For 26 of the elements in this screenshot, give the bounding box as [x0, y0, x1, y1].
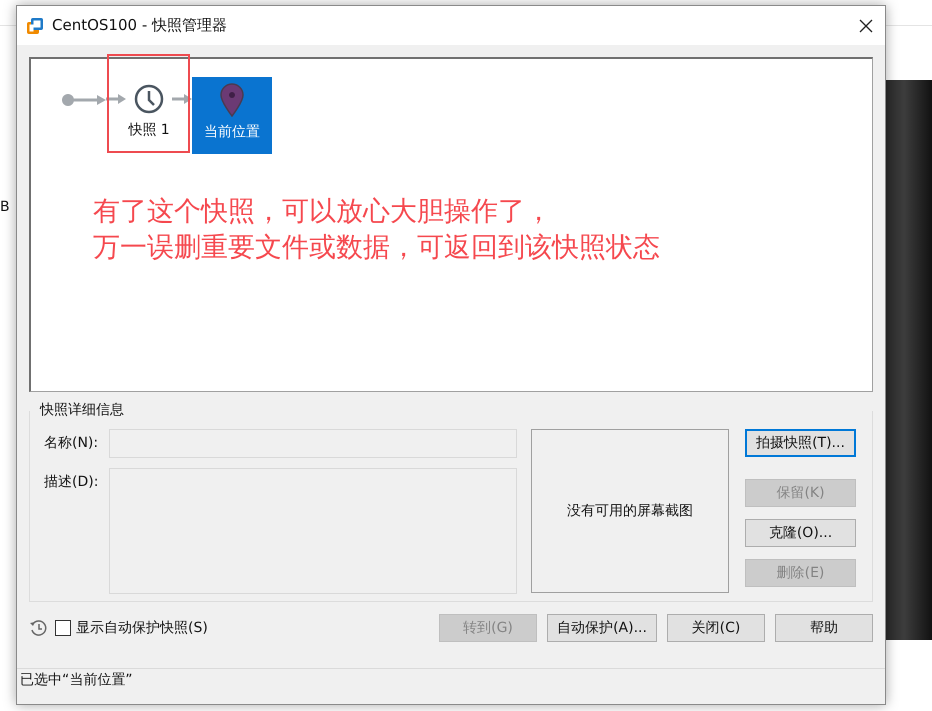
clock-icon — [133, 83, 165, 115]
snapshot-node[interactable]: 快照 1 — [126, 77, 172, 154]
checkbox[interactable] — [55, 620, 71, 636]
dialog-button[interactable]: 帮助 — [775, 614, 873, 642]
root-connector — [62, 93, 106, 107]
status-text: 已选中“当前位置” — [20, 671, 133, 689]
arrow-connector — [172, 93, 192, 105]
app-icon — [26, 16, 44, 34]
history-icon — [29, 619, 47, 637]
dialog-button[interactable]: 关闭(C) — [667, 614, 765, 642]
location-pin-icon — [219, 83, 245, 117]
side-button[interactable]: 拍摄快照(T)... — [745, 429, 856, 457]
close-icon[interactable] — [859, 18, 873, 32]
dialog-button[interactable]: 自动保护(A)... — [547, 614, 657, 642]
side-button[interactable]: 克隆(O)... — [745, 519, 856, 547]
group-title: 快照详细信息 — [38, 401, 126, 419]
field-label: 名称(N): — [44, 434, 100, 453]
checkbox-label: 显示自动保护快照(S) — [76, 619, 208, 637]
window-title: CentOS100 - 快照管理器 — [52, 16, 228, 35]
annotation-text: 有了这个快照，可以放心大胆操作了， — [93, 195, 553, 229]
arrow-connector — [106, 93, 126, 105]
snapshot-node[interactable]: 当前位置 — [192, 77, 272, 154]
field-label: 描述(D): — [44, 473, 100, 492]
annotation-text: 万一误删重要文件或数据，可返回到该快照状态 — [93, 231, 661, 265]
empty-message: 没有可用的屏幕截图 — [567, 502, 693, 520]
background-text: B — [0, 199, 10, 215]
